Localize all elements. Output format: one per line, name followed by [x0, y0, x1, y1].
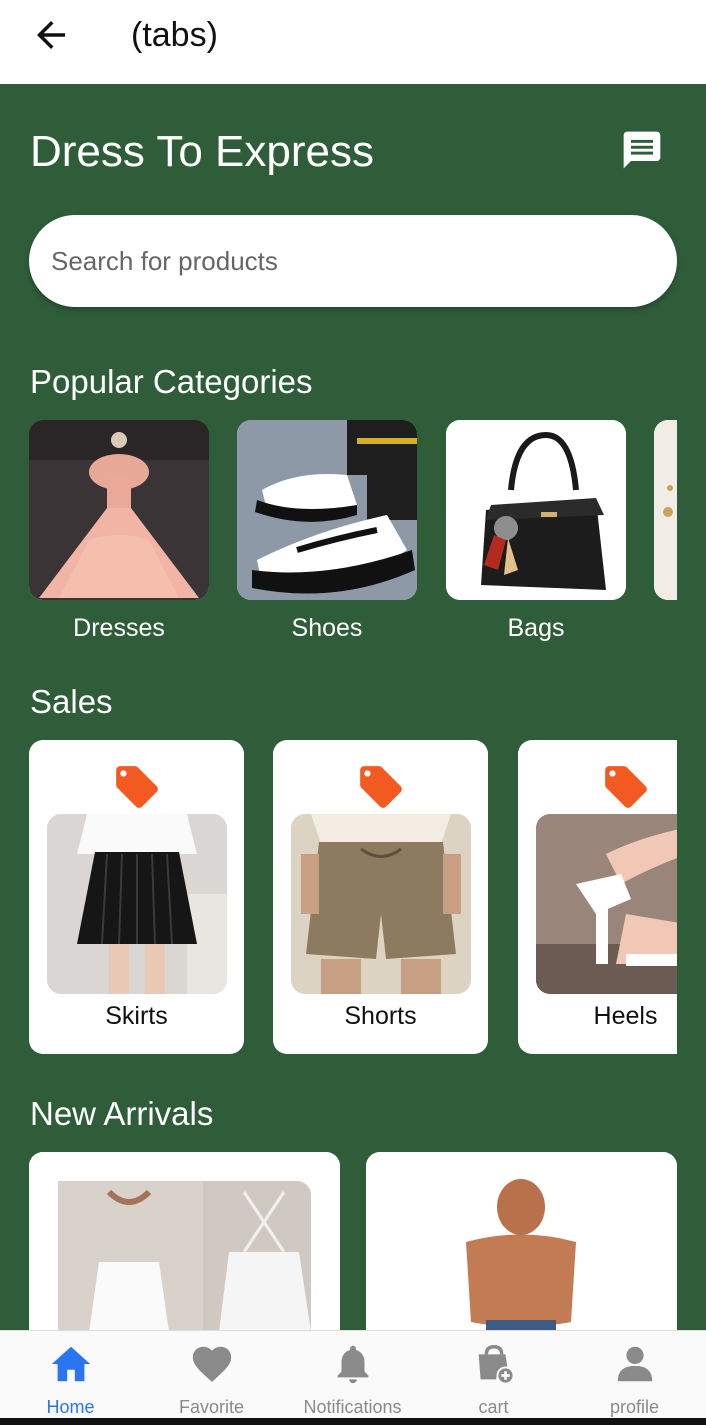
nav-profile[interactable]: profile: [564, 1331, 705, 1419]
category-shoes[interactable]: Shoes: [237, 420, 417, 643]
nav-label: profile: [609, 1397, 660, 1417]
arrow-left-icon[interactable]: [30, 14, 72, 56]
nav-notifications[interactable]: Notifications: [282, 1331, 423, 1419]
nav-label: Notifications: [303, 1397, 402, 1417]
sale-tag-icon: [605, 766, 647, 808]
arrival-card[interactable]: [29, 1152, 340, 1330]
new-arrivals-heading: New Arrivals: [30, 1095, 214, 1132]
white-sundress-image: [29, 1152, 340, 1330]
bottom-nav: Home Favorite Notifications cart profile: [0, 1330, 706, 1418]
nav-label: cart: [478, 1397, 509, 1417]
top-app-bar: (tabs): [0, 0, 706, 84]
nav-label: Favorite: [178, 1397, 245, 1417]
sales-heading: Sales: [30, 683, 113, 720]
category-label: Shoes: [291, 614, 363, 642]
arrival-card[interactable]: [366, 1152, 677, 1330]
bell-icon: [337, 1345, 369, 1384]
system-nav-strip: [0, 1418, 706, 1425]
shopping-bag-icon: [478, 1345, 515, 1385]
sale-card-shorts[interactable]: Shorts: [273, 740, 488, 1054]
app-title: Dress To Express: [30, 127, 374, 176]
popular-categories-heading: Popular Categories: [30, 363, 313, 400]
sale-card-skirts[interactable]: Skirts: [29, 740, 244, 1054]
category-label: Bags: [507, 614, 565, 642]
bags-image: [446, 420, 626, 600]
sale-label: Heels: [593, 1002, 658, 1030]
search-bar: [29, 215, 677, 307]
page-title: (tabs): [131, 16, 218, 54]
chat-icon[interactable]: [620, 128, 664, 172]
category-label: A: [654, 614, 677, 643]
sale-tag-icon: [116, 766, 158, 808]
shoes-image: [237, 420, 417, 600]
sales-carousel[interactable]: Skirts Shorts Heels: [29, 740, 677, 1060]
sale-tag-icon: [360, 766, 402, 808]
accessories-image: [654, 420, 677, 600]
categories-carousel[interactable]: Dresses Shoes Bags: [29, 420, 677, 650]
heart-icon: [192, 1346, 232, 1382]
skirts-image: [47, 814, 227, 994]
nav-cart[interactable]: cart: [423, 1331, 564, 1419]
category-label: Dresses: [73, 614, 165, 642]
man-jeans-image: [366, 1152, 677, 1330]
new-arrivals-grid[interactable]: [29, 1152, 677, 1330]
user-icon: [617, 1346, 653, 1382]
category-bags[interactable]: Bags: [446, 420, 626, 643]
home-icon: [51, 1346, 91, 1382]
nav-favorite[interactable]: Favorite: [141, 1331, 282, 1419]
category-accessories[interactable]: A: [654, 420, 677, 643]
heels-image: [536, 814, 677, 994]
nav-label: Home: [46, 1397, 95, 1417]
dresses-image: [29, 420, 209, 600]
home-content[interactable]: Dress To Express Popular Categories: [0, 84, 706, 1330]
shorts-image: [291, 814, 471, 994]
sale-label: Skirts: [105, 1002, 168, 1030]
search-input[interactable]: [51, 215, 651, 307]
sale-card-heels[interactable]: Heels: [518, 740, 677, 1054]
sale-label: Shorts: [344, 1002, 417, 1030]
category-dresses[interactable]: Dresses: [29, 420, 209, 643]
nav-home[interactable]: Home: [0, 1331, 141, 1419]
